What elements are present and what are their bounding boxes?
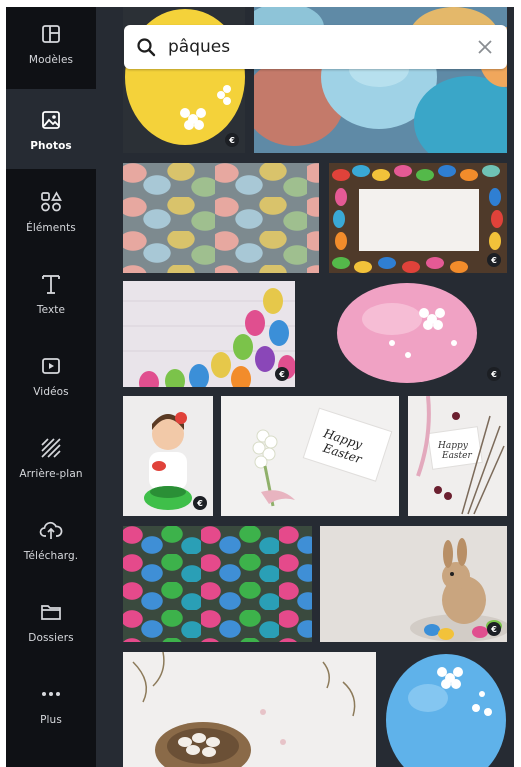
premium-badge: € xyxy=(193,496,207,510)
image-icon xyxy=(37,106,65,134)
editor-panel: Modèles Photos Éléments Texte Vidéos Arr… xyxy=(6,7,514,767)
search-bar[interactable] xyxy=(124,25,507,69)
more-dots-icon xyxy=(37,680,65,708)
sidebar-item-label: Plus xyxy=(40,714,62,726)
sidebar-item-label: Arrière-plan xyxy=(19,468,83,480)
photo-happy-easter-card-hyacinth[interactable]: Happy Easter xyxy=(221,396,399,516)
sidebar-item-texte[interactable]: Texte xyxy=(6,257,96,329)
premium-badge: € xyxy=(275,367,289,381)
photo-foil-eggs[interactable] xyxy=(123,526,312,642)
cloud-upload-icon xyxy=(37,516,65,544)
sidebar-item-modeles[interactable]: Modèles xyxy=(6,7,96,79)
text-icon xyxy=(37,270,65,298)
photo-blue-egg[interactable] xyxy=(384,652,507,767)
video-icon xyxy=(37,352,65,380)
sidebar-item-arriere-plan[interactable]: Arrière-plan xyxy=(6,421,96,493)
sidebar-item-label: Télécharg. xyxy=(23,550,79,562)
sidebar-item-elements[interactable]: Éléments xyxy=(6,175,96,247)
shapes-icon xyxy=(37,188,65,216)
photo-speckled-eggs[interactable] xyxy=(123,163,319,273)
premium-badge: € xyxy=(487,253,501,267)
premium-badge: € xyxy=(487,367,501,381)
search-input[interactable] xyxy=(168,37,463,57)
sidebar-item-label: Modèles xyxy=(28,54,74,66)
sidebar-item-videos[interactable]: Vidéos xyxy=(6,339,96,411)
sidebar-item-label: Dossiers xyxy=(28,632,74,644)
premium-badge: € xyxy=(225,133,239,147)
photo-happy-easter-card-willow[interactable]: Happy Easter xyxy=(408,396,507,516)
svg-text:Easter: Easter xyxy=(441,451,472,461)
photo-eggs-on-wood[interactable]: € xyxy=(123,281,295,387)
sidebar-item-label: Photos xyxy=(30,140,72,152)
photo-girl-with-basket[interactable]: € xyxy=(123,396,213,516)
photo-bunny-figurine[interactable]: € xyxy=(320,526,507,642)
sidebar: Modèles Photos Éléments Texte Vidéos Arr… xyxy=(6,7,96,767)
sidebar-item-label: Éléments xyxy=(26,222,76,234)
background-pattern-icon xyxy=(37,434,65,462)
sidebar-item-label: Vidéos xyxy=(33,386,69,398)
search-icon xyxy=(124,25,168,69)
photo-pink-egg[interactable]: € xyxy=(304,281,507,387)
sidebar-item-plus[interactable]: Plus xyxy=(6,667,96,739)
sidebar-item-photos[interactable]: Photos xyxy=(6,89,96,169)
svg-text:Happy: Happy xyxy=(437,441,469,451)
photo-eggs-frame-card[interactable]: € xyxy=(329,163,507,273)
premium-badge: € xyxy=(487,622,501,636)
sidebar-item-label: Texte xyxy=(36,304,66,316)
sidebar-item-dossiers[interactable]: Dossiers xyxy=(6,585,96,657)
layout-icon xyxy=(37,20,65,48)
photo-nest-with-eggs[interactable] xyxy=(123,652,376,767)
sidebar-item-telecharg[interactable]: Télécharg. xyxy=(6,503,96,575)
close-icon[interactable] xyxy=(463,25,507,69)
folder-icon xyxy=(37,598,65,626)
